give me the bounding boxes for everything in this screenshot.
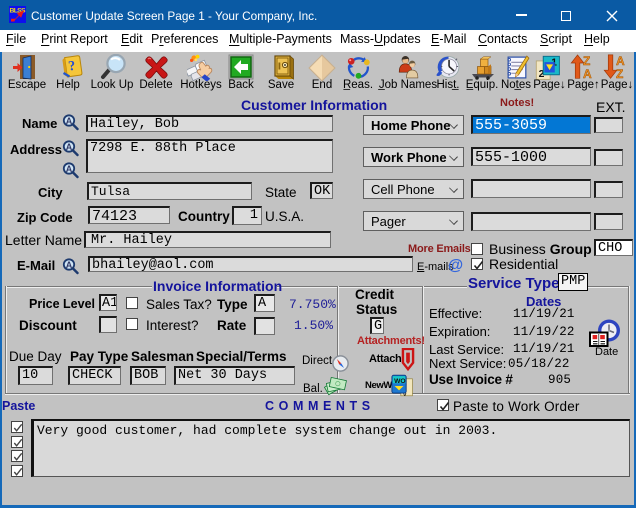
svg-text:A: A xyxy=(66,142,73,152)
svg-text:A: A xyxy=(616,54,625,68)
svg-text:A: A xyxy=(66,164,73,174)
svg-text:A: A xyxy=(66,260,73,270)
svg-text:A: A xyxy=(66,116,73,126)
svg-text:WO: WO xyxy=(394,378,406,385)
svg-text:Z: Z xyxy=(583,54,590,68)
